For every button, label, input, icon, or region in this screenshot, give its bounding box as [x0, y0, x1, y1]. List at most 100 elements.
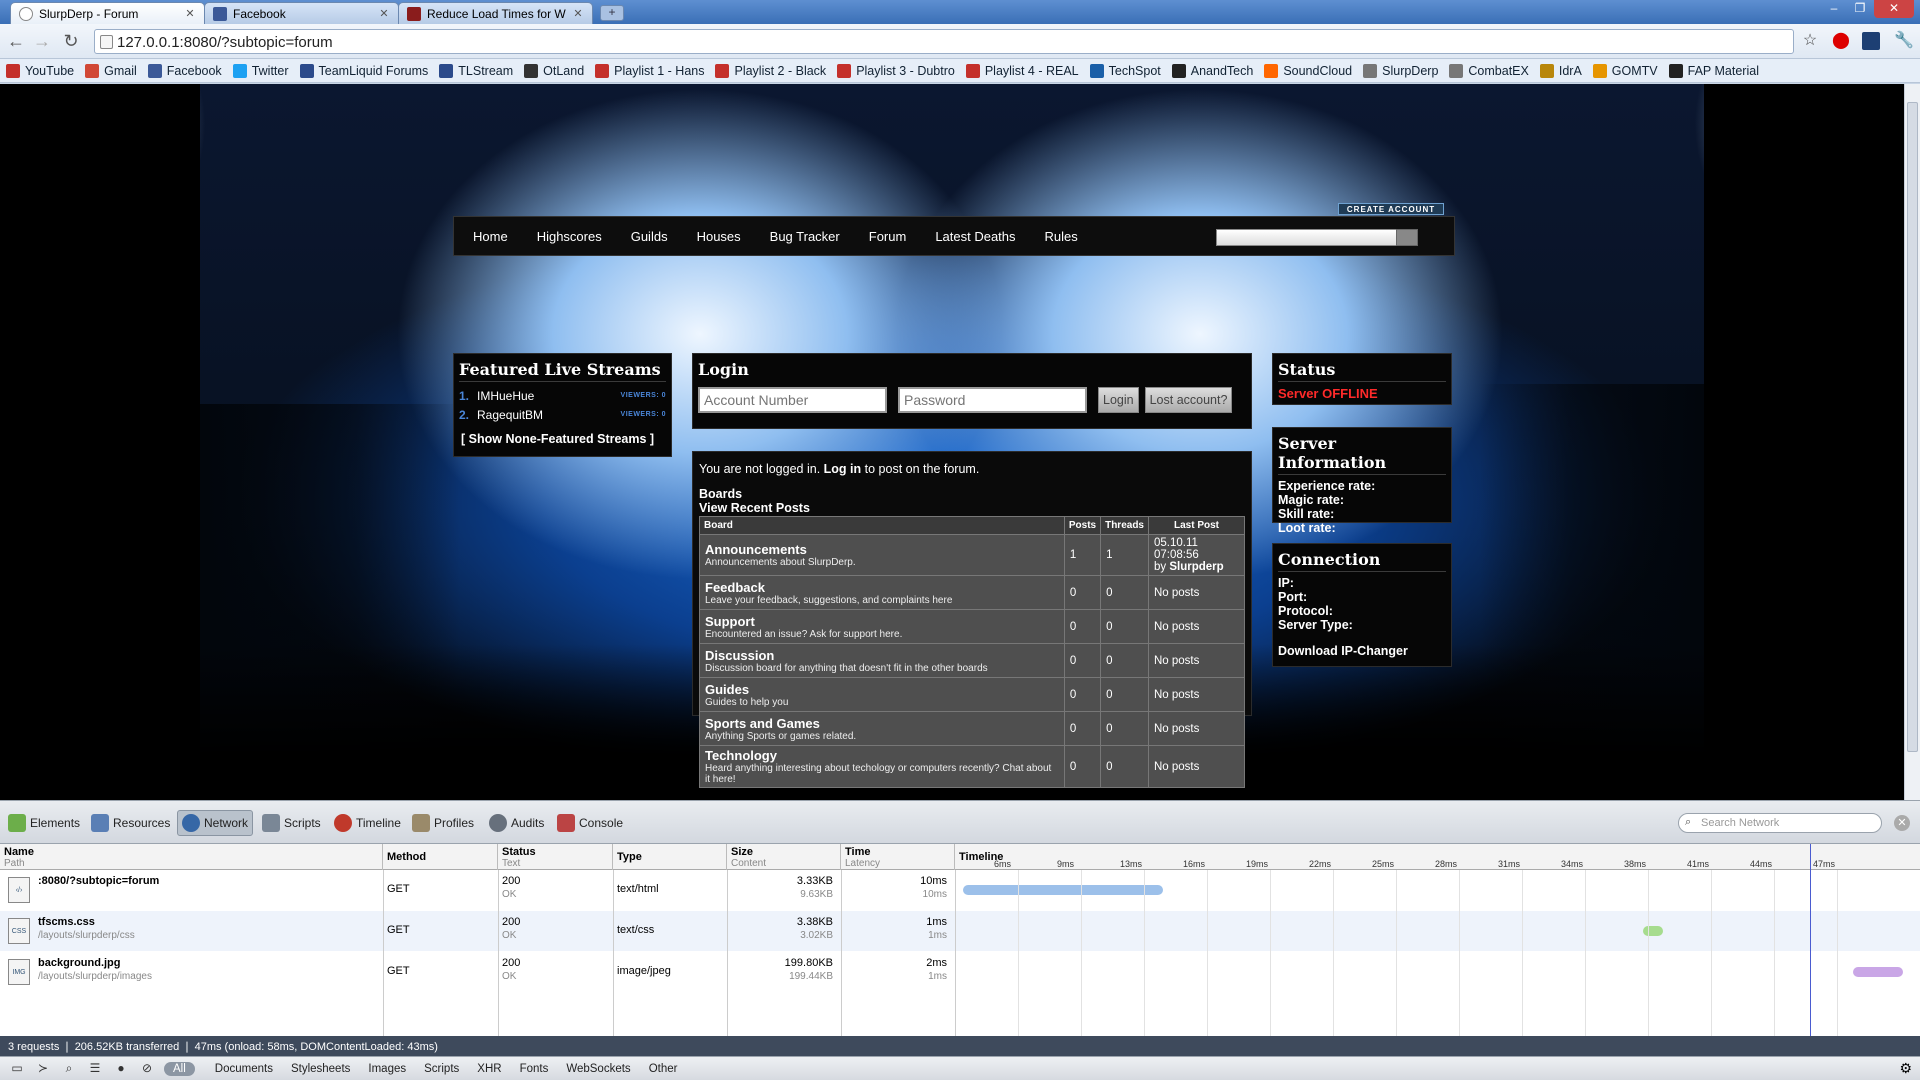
account-number-input[interactable]: [698, 387, 887, 413]
col-type[interactable]: Type: [613, 844, 727, 870]
board-row[interactable]: Technology Heard anything interesting abo…: [699, 745, 1245, 788]
site-search-button[interactable]: [1396, 229, 1418, 246]
bookmark-item[interactable]: Playlist 4 - REAL: [965, 63, 1079, 78]
board-name-link[interactable]: Support: [705, 614, 1059, 629]
address-bar[interactable]: 127.0.0.1:8080/?subtopic=forum: [94, 29, 1794, 54]
board-name-link[interactable]: Technology: [705, 748, 1059, 763]
request-timeline-bar[interactable]: [1643, 926, 1663, 936]
bookmark-item[interactable]: GOMTV: [1592, 63, 1658, 78]
filter-xhr[interactable]: XHR: [477, 1063, 501, 1075]
forward-arrow-icon[interactable]: →: [31, 31, 53, 52]
bookmark-item[interactable]: Gmail: [85, 63, 137, 78]
large-rows-icon[interactable]: ☰: [86, 1061, 104, 1077]
col-name[interactable]: Name Path: [0, 844, 383, 870]
inspect-search-icon[interactable]: ⌕: [60, 1061, 78, 1077]
notice-login-link[interactable]: Log in: [824, 462, 862, 476]
board-row[interactable]: Guides Guides to help you 0 0 No posts: [699, 677, 1245, 712]
tab-audits[interactable]: Audits: [489, 810, 544, 836]
extension-icon[interactable]: [1862, 32, 1880, 50]
maximize-window-button[interactable]: ❐: [1848, 0, 1872, 18]
request-timeline-bar[interactable]: [1853, 967, 1903, 977]
col-time[interactable]: Time Latency: [841, 844, 955, 870]
new-tab-button[interactable]: +: [600, 5, 624, 21]
bookmark-item[interactable]: TechSpot: [1089, 63, 1161, 78]
stream-item[interactable]: 2. RagequitBM VIEWERS: 0: [459, 405, 666, 424]
bookmark-star-icon[interactable]: ☆: [1801, 32, 1819, 50]
bookmark-item[interactable]: YouTube: [6, 63, 74, 78]
close-tab-icon[interactable]: ✕: [184, 7, 196, 20]
bookmark-item[interactable]: SlurpDerp: [1363, 63, 1438, 78]
last-post-user-link[interactable]: Slurpderp: [1169, 561, 1223, 573]
bookmark-item[interactable]: Playlist 2 - Black: [715, 63, 826, 78]
bookmark-item[interactable]: SoundCloud: [1264, 63, 1352, 78]
nav-home[interactable]: Home: [473, 229, 508, 244]
bookmark-item[interactable]: Playlist 1 - Hans: [595, 63, 704, 78]
tab-slurpderp-forum[interactable]: SlurpDerp - Forum ✕: [10, 2, 205, 24]
bookmark-item[interactable]: TeamLiquid Forums: [299, 63, 428, 78]
board-row[interactable]: Feedback Leave your feedback, suggestions…: [699, 575, 1245, 610]
close-tab-icon[interactable]: ✕: [378, 7, 390, 20]
board-row[interactable]: Discussion Discussion board for anything …: [699, 643, 1245, 678]
login-button[interactable]: Login: [1098, 387, 1139, 413]
col-status[interactable]: Status Text: [498, 844, 613, 870]
nav-bug-tracker[interactable]: Bug Tracker: [770, 229, 840, 244]
network-request-row[interactable]: IMG background.jpg/layouts/slurpderp/imag…: [0, 952, 1920, 992]
reload-icon[interactable]: ↻: [60, 31, 82, 52]
board-name-link[interactable]: Announcements: [705, 542, 1059, 557]
tab-reduce-load-times[interactable]: Reduce Load Times for Wel ✕: [398, 2, 593, 24]
settings-gear-icon[interactable]: ⚙: [1899, 1060, 1912, 1077]
boards-link[interactable]: Boards: [699, 488, 1245, 501]
record-icon[interactable]: ●: [112, 1061, 130, 1077]
board-row[interactable]: Sports and Games Anything Sports or games…: [699, 711, 1245, 746]
bookmark-item[interactable]: Facebook: [147, 63, 222, 78]
nav-highscores[interactable]: Highscores: [537, 229, 602, 244]
back-arrow-icon[interactable]: ←: [5, 31, 27, 52]
tab-network[interactable]: Network: [177, 810, 254, 836]
board-name-link[interactable]: Sports and Games: [705, 716, 1059, 731]
close-tab-icon[interactable]: ✕: [572, 7, 584, 20]
password-input[interactable]: [898, 387, 1087, 413]
filter-all[interactable]: All: [164, 1061, 195, 1076]
bookmark-item[interactable]: TLStream: [439, 63, 513, 78]
board-row[interactable]: Support Encountered an issue? Ask for sup…: [699, 609, 1245, 644]
tab-resources[interactable]: Resources: [91, 810, 170, 836]
nav-forum[interactable]: Forum: [869, 229, 907, 244]
filter-other[interactable]: Other: [649, 1063, 678, 1075]
tab-scripts[interactable]: Scripts: [262, 810, 321, 836]
nav-latest-deaths[interactable]: Latest Deaths: [935, 229, 1015, 244]
network-request-row[interactable]: ‹/›:8080/?subtopic=forum GET 200 OK text/htm…: [0, 870, 1920, 910]
console-toggle-icon[interactable]: ≻: [34, 1061, 52, 1077]
tab-console[interactable]: Console: [557, 810, 623, 836]
view-recent-posts-link[interactable]: View Recent Posts: [699, 501, 1245, 515]
board-name-link[interactable]: Discussion: [705, 648, 1059, 663]
stream-name[interactable]: RagequitBM: [477, 408, 621, 422]
nav-houses[interactable]: Houses: [697, 229, 741, 244]
minimize-window-button[interactable]: –: [1822, 0, 1846, 18]
filter-fonts[interactable]: Fonts: [520, 1063, 549, 1075]
lost-account-button[interactable]: Lost account?: [1144, 387, 1233, 413]
request-timeline-bar[interactable]: [963, 885, 1163, 895]
close-window-button[interactable]: ✕: [1874, 0, 1914, 18]
board-name-link[interactable]: Feedback: [705, 580, 1059, 595]
filter-documents[interactable]: Documents: [215, 1063, 273, 1075]
network-request-row[interactable]: CSS tfscms.css/layouts/slurpderp/css GET 20…: [0, 911, 1920, 951]
bookmark-item[interactable]: IdrA: [1539, 63, 1582, 78]
filter-websockets[interactable]: WebSockets: [566, 1063, 630, 1075]
clear-icon[interactable]: ⊘: [138, 1061, 156, 1077]
adblock-icon[interactable]: ⬤: [1832, 32, 1850, 50]
site-search-input[interactable]: [1216, 229, 1418, 246]
filter-scripts[interactable]: Scripts: [424, 1063, 459, 1075]
download-ip-changer-link[interactable]: Download IP-Changer: [1278, 644, 1446, 658]
tab-profiles[interactable]: Profiles: [412, 810, 474, 836]
col-method[interactable]: Method: [383, 844, 498, 870]
create-account-button[interactable]: CREATE ACCOUNT: [1338, 203, 1444, 215]
bookmark-item[interactable]: FAP Material: [1668, 63, 1759, 78]
bookmark-item[interactable]: Twitter: [232, 63, 289, 78]
col-size[interactable]: Size Content: [727, 844, 841, 870]
stream-name[interactable]: IMHueHue: [477, 389, 621, 403]
scrollbar-thumb[interactable]: [1907, 102, 1918, 752]
filter-images[interactable]: Images: [368, 1063, 406, 1075]
board-name-link[interactable]: Guides: [705, 682, 1059, 697]
close-devtools-icon[interactable]: ✕: [1894, 815, 1910, 831]
bookmark-item[interactable]: CombatEX: [1449, 63, 1529, 78]
